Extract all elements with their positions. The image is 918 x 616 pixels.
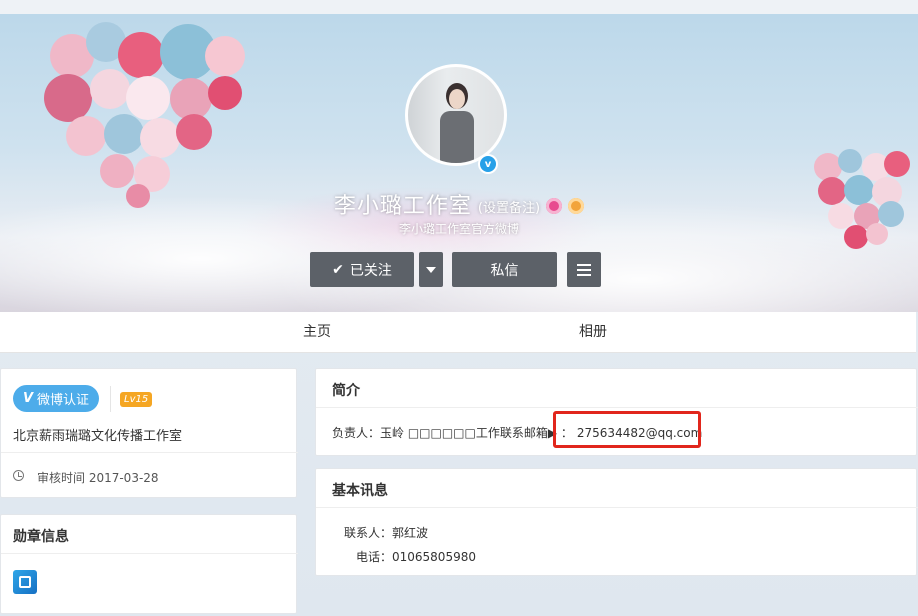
intro-prefix: 负责人：玉岭 □□□□□□工作联系邮箱▶ ： <box>332 426 573 440</box>
avatar[interactable] <box>405 64 507 166</box>
intro-card: 简介 负责人：玉岭 □□□□□□工作联系邮箱▶ ： 275634482@qq.co… <box>315 368 918 456</box>
divider <box>316 507 918 508</box>
tab-home[interactable]: 主页 <box>303 312 331 353</box>
verify-pill-label: 微博认证 <box>37 393 90 408</box>
intro-title: 简介 <box>332 383 360 399</box>
email-highlight-box <box>553 411 701 448</box>
clock-icon <box>13 470 24 481</box>
divider <box>1 553 298 554</box>
hamburger-icon <box>577 263 591 276</box>
top-strip <box>0 0 918 14</box>
verification-card: V 微博认证 Lv15 北京薪雨瑞璐文化传播工作室 审核时间 2017-03-2… <box>0 368 298 498</box>
message-label: 私信 <box>490 262 519 279</box>
follow-button[interactable]: ✔ 已关注 <box>310 252 414 287</box>
pink-badge-icon[interactable] <box>546 198 563 214</box>
gold-badge-icon[interactable] <box>568 198 585 214</box>
message-button[interactable]: 私信 <box>452 252 557 287</box>
basic-info-title: 基本讯息 <box>332 483 388 499</box>
tab-album[interactable]: 相册 <box>579 312 607 353</box>
verified-badge-icon: v <box>478 154 498 174</box>
medal-icon[interactable] <box>13 570 37 594</box>
divider <box>110 386 111 412</box>
review-time: 审核时间 2017-03-28 <box>37 471 159 485</box>
profile-nav: 主页 相册 <box>0 312 916 353</box>
level-badge[interactable]: Lv15 <box>120 392 153 407</box>
profile-description: 李小璐工作室官方微博 <box>398 222 519 236</box>
balloon-heart-left <box>30 14 250 208</box>
divider <box>1 452 298 453</box>
phone-number: 电话：01065805980 <box>356 550 476 564</box>
v-verified-icon: V <box>22 391 34 406</box>
weibo-verified-pill[interactable]: V 微博认证 <box>13 385 99 412</box>
check-icon: ✔ <box>332 261 344 278</box>
verified-org-name: 北京薪雨瑞璐文化传播工作室 <box>13 429 183 444</box>
follow-label: 已关注 <box>349 262 392 279</box>
medal-title: 勋章信息 <box>13 529 69 545</box>
set-remark-link[interactable]: (设置备注) <box>478 197 540 216</box>
avatar-photo <box>408 67 504 163</box>
basic-info-card: 基本讯息 联系人：郭红波 电话：01065805980 <box>315 468 918 576</box>
chevron-down-icon <box>426 266 436 273</box>
profile-name: 李小璐工作室 <box>333 194 472 219</box>
follow-dropdown-button[interactable] <box>419 252 443 287</box>
more-menu-button[interactable] <box>567 252 601 287</box>
contact-person: 联系人：郭红波 <box>344 526 429 540</box>
medal-card: 勋章信息 <box>0 514 298 614</box>
name-row: 李小璐工作室 (设置备注) <box>0 188 918 220</box>
profile-cover: v 李小璐工作室 (设置备注) 李小璐工作室官方微博 ✔ 已关注 私信 <box>0 14 918 312</box>
divider <box>316 407 918 408</box>
